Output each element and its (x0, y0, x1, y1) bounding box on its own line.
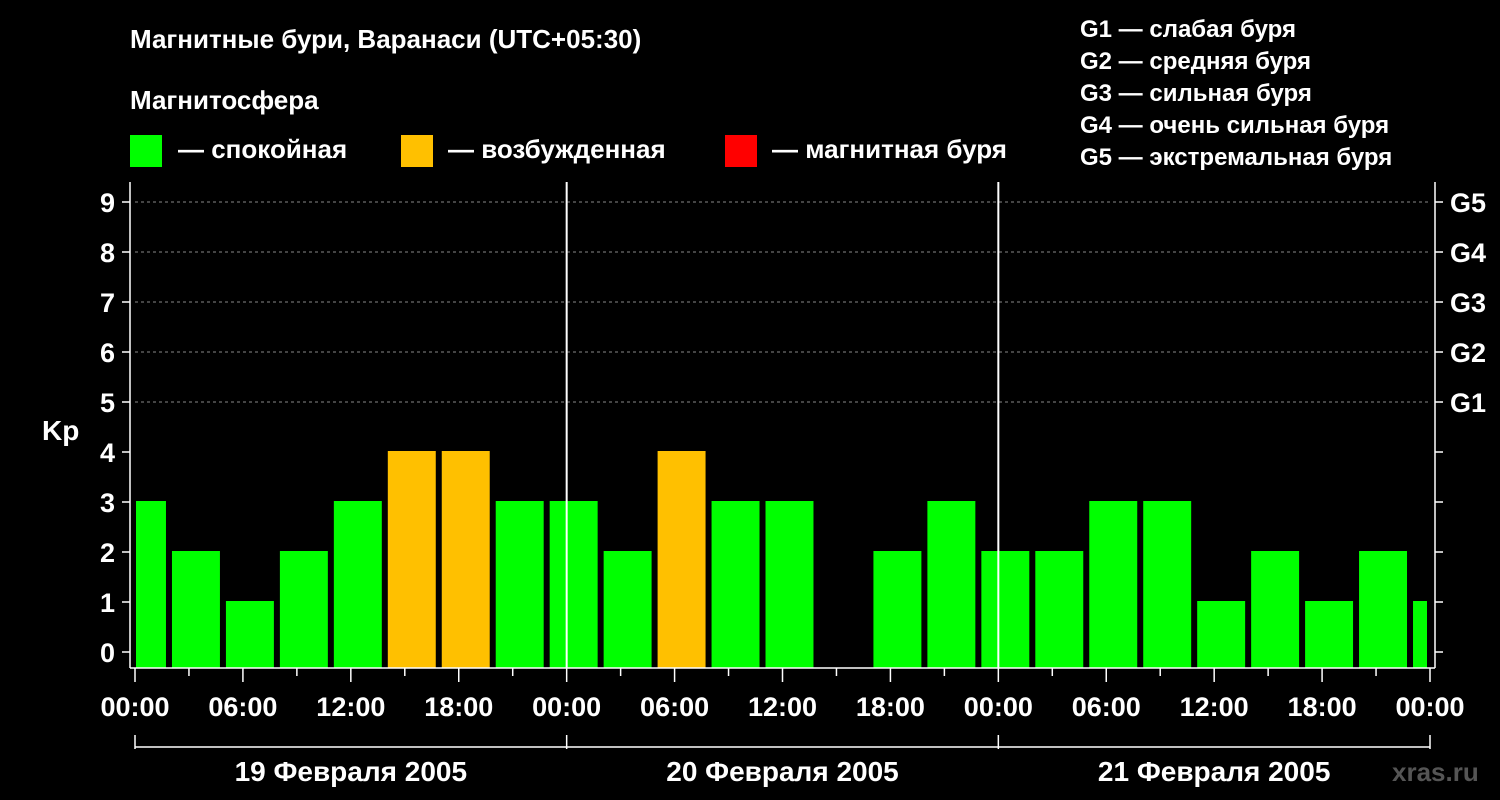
legend-heading: Магнитосфера (130, 85, 319, 115)
kp-bar (873, 551, 922, 668)
kp-bar (603, 551, 652, 668)
kp-bar (1413, 601, 1427, 668)
x-tick-label: 00:00 (100, 692, 169, 722)
watermark: xras.ru (1392, 757, 1479, 787)
y-tick-label: 7 (100, 288, 115, 318)
right-tick-label: G5 (1450, 188, 1486, 218)
kp-bar (441, 451, 490, 668)
kp-bar (1035, 551, 1084, 668)
right-tick-label: G4 (1450, 238, 1486, 268)
right-tick-label: G3 (1450, 288, 1486, 318)
kp-bar (1359, 551, 1408, 668)
y-tick-label: 6 (100, 338, 115, 368)
day-label: 20 Февраля 2005 (666, 756, 898, 787)
x-tick-label: 18:00 (424, 692, 493, 722)
kp-chart: Магнитные бури, Варанаси (UTC+05:30) Маг… (42, 16, 1486, 787)
y-tick-label: 4 (100, 438, 115, 468)
kp-bar (1251, 551, 1300, 668)
kp-bar (1305, 601, 1354, 668)
legend-label-active: — возбужденная (448, 134, 666, 164)
day-label: 19 Февраля 2005 (235, 756, 467, 787)
storm-scale-g4: G4 — очень сильная буря (1080, 112, 1389, 139)
kp-bar (171, 551, 220, 668)
kp-bar (1143, 501, 1192, 668)
x-tick-label: 12:00 (316, 692, 385, 722)
kp-bar (387, 451, 436, 668)
x-tick-label: 18:00 (856, 692, 925, 722)
kp-bar (711, 501, 760, 668)
chart-title: Магнитные бури, Варанаси (UTC+05:30) (130, 24, 641, 54)
y-tick-label: 8 (100, 238, 115, 268)
legend-label-quiet: — спокойная (178, 134, 347, 164)
right-tick-label: G2 (1450, 338, 1486, 368)
storm-scale-g5: G5 — экстремальная буря (1080, 144, 1392, 171)
kp-bar (225, 601, 274, 668)
legend-label-storm: — магнитная буря (772, 134, 1007, 164)
x-tick-label: 00:00 (532, 692, 601, 722)
y-axis-label: Kp (42, 415, 79, 446)
storm-scale-g3: G3 — сильная буря (1080, 80, 1312, 107)
x-tick-label: 12:00 (748, 692, 817, 722)
storm-scale-g1: G1 — слабая буря (1080, 16, 1296, 43)
x-tick-label: 12:00 (1180, 692, 1249, 722)
legend-swatch-quiet (130, 135, 162, 167)
kp-bar (927, 501, 976, 668)
day-label: 21 Февраля 2005 (1098, 756, 1330, 787)
kp-bar (1197, 601, 1246, 668)
kp-bar (765, 501, 814, 668)
kp-bar (657, 451, 706, 668)
y-tick-label: 0 (100, 638, 115, 668)
x-tick-label: 18:00 (1288, 692, 1357, 722)
kp-bar (333, 501, 382, 668)
x-tick-label: 00:00 (964, 692, 1033, 722)
x-tick-label: 06:00 (208, 692, 277, 722)
x-tick-label: 00:00 (1395, 692, 1464, 722)
y-tick-label: 9 (100, 188, 115, 218)
kp-bar (136, 501, 166, 668)
kp-bar (981, 551, 1030, 668)
kp-bar (549, 501, 598, 668)
storm-scale-g2: G2 — средняя буря (1080, 48, 1311, 75)
right-tick-label: G1 (1450, 388, 1486, 418)
x-tick-label: 06:00 (640, 692, 709, 722)
y-tick-label: 2 (100, 538, 115, 568)
y-tick-label: 1 (100, 588, 115, 618)
kp-bar (495, 501, 544, 668)
kp-bar (1089, 501, 1138, 668)
legend-swatch-active (401, 135, 433, 167)
kp-bar (279, 551, 328, 668)
legend-swatch-storm (725, 135, 757, 167)
plot-area: 0 1 2 3 4 5 6 7 8 9 G1 G2 G3 G4 G5 00:00 06:00 12:00 18:00… (100, 182, 1486, 787)
y-tick-label: 3 (100, 488, 115, 518)
y-tick-label: 5 (100, 388, 115, 418)
x-tick-label: 06:00 (1072, 692, 1141, 722)
